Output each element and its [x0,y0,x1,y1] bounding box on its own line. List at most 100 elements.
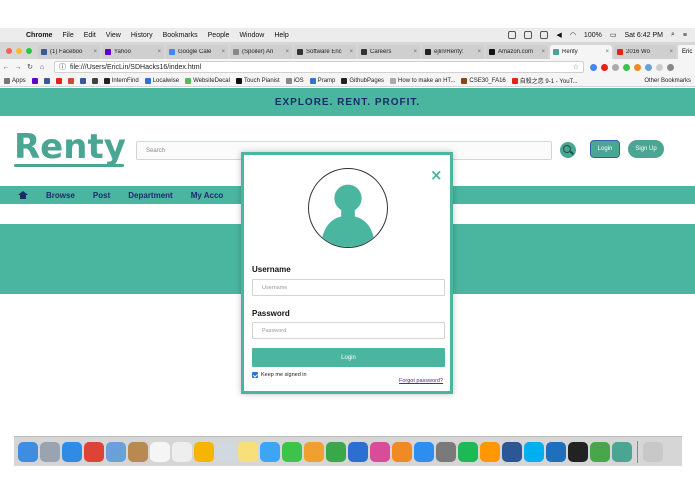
keynote-icon[interactable] [348,441,368,462]
reload-icon[interactable]: ↻ [24,63,36,71]
xcode-icon[interactable] [546,441,566,462]
facetime-icon[interactable] [282,441,302,462]
bookmark-item[interactable] [43,77,50,84]
bookmark-item[interactable]: CSE30_FA16 [461,77,506,84]
vim-icon[interactable] [590,441,610,462]
bookmark-item[interactable]: GithubPages [341,77,384,84]
terminal-icon[interactable] [568,441,588,462]
preview2-icon[interactable] [216,441,236,462]
screen-share-icon[interactable] [508,31,517,39]
word-icon[interactable] [502,441,522,462]
app-store-icon[interactable] [414,441,434,462]
bookmark-item[interactable]: 自殺之恋 9-1 - YouT... [511,76,578,85]
preview-icon[interactable] [106,441,126,462]
wifi-icon[interactable]: ◠ [570,31,576,39]
home-icon[interactable] [18,191,28,199]
battery-icon[interactable]: ▭ [610,31,617,39]
bookmark-item[interactable]: How to make an HT... [390,77,455,84]
volume-icon[interactable]: ◀︎ [556,31,561,39]
close-window-button[interactable] [6,48,12,54]
skype-icon[interactable] [524,441,544,462]
forgot-password-link[interactable]: Forgot password? [399,378,443,384]
bookmark-item[interactable] [55,77,62,84]
bookmark-item[interactable] [67,77,74,84]
extension-icon[interactable] [645,63,652,71]
browser-tab[interactable]: 2016 Wo × [614,45,676,59]
browser-tab[interactable]: Careers × [358,45,420,59]
airplay-icon[interactable] [540,31,549,39]
itunes-icon[interactable] [370,441,390,462]
stickies-icon[interactable] [238,441,258,462]
extension-icon[interactable] [612,63,619,71]
extension-icon[interactable] [634,63,641,71]
forward-icon[interactable]: → [12,64,24,71]
tab-close-icon[interactable]: × [93,49,97,55]
tab-close-icon[interactable]: × [157,49,161,55]
browser-tab[interactable]: Yahoo × [102,45,164,59]
tab-close-icon[interactable]: × [669,49,673,55]
spotify-icon[interactable] [458,441,478,462]
menu-view[interactable]: View [106,32,121,39]
browser-tab[interactable]: Renty × [550,45,612,59]
login-button[interactable]: Login [590,140,620,158]
extension-icon[interactable] [590,63,597,71]
address-bar[interactable]: ⓘ file:///Users/EricLin/SDHacks16/index.… [54,61,584,73]
pages-icon[interactable] [304,441,324,462]
nav-post[interactable]: Post [93,191,110,200]
keep-signed-in[interactable]: Keep me signed in [252,372,307,378]
extension-icon[interactable] [623,63,630,71]
bookmark-star-icon[interactable]: ☆ [573,63,579,71]
close-icon[interactable]: × [430,168,443,183]
keep-signed-in-checkbox[interactable] [252,372,258,378]
password-field[interactable]: Password [252,322,445,339]
nav-department[interactable]: Department [128,191,172,200]
bookmark-item[interactable]: iOS [285,77,304,84]
tab-close-icon[interactable]: × [605,49,609,55]
time-machine-icon[interactable] [524,31,533,39]
bookmark-item[interactable] [31,77,38,84]
minimize-window-button[interactable] [16,48,22,54]
menu-window[interactable]: Window [239,32,264,39]
notes-icon[interactable] [172,441,192,462]
system-preferences-icon[interactable] [436,441,456,462]
back-icon[interactable]: ← [0,64,12,71]
bookmark-item[interactable] [91,77,98,84]
browser-tab[interactable]: Google Cale × [166,45,228,59]
home-icon[interactable]: ⌂ [36,64,48,71]
calendar-icon[interactable] [150,441,170,462]
signup-button[interactable]: Sign Up [628,140,664,158]
menu-edit[interactable]: Edit [84,32,96,39]
profile-button[interactable]: Eric [678,45,695,59]
ibooks-icon[interactable] [392,441,412,462]
tab-close-icon[interactable]: × [221,49,225,55]
browser-tab[interactable]: (1) Faceboo × [38,45,100,59]
tab-close-icon[interactable]: × [541,49,545,55]
menu-chrome[interactable]: Chrome [26,32,52,39]
tab-close-icon[interactable]: × [477,49,481,55]
nav-my-account[interactable]: My Acco [191,191,224,200]
bookmark-item[interactable]: WebsiteDecal [185,77,230,84]
sublime-icon[interactable] [480,441,500,462]
menu-history[interactable]: History [131,32,153,39]
contacts-icon[interactable] [128,441,148,462]
browser-tab[interactable]: Software Enc × [294,45,356,59]
bookmark-item[interactable]: Pramp [309,77,335,84]
chrome-icon[interactable] [84,441,104,462]
browser-tab[interactable]: (Spoiler) An × [230,45,292,59]
renty-logo[interactable]: Renty [14,130,126,164]
menu-people[interactable]: People [208,32,230,39]
photos-icon[interactable] [194,441,214,462]
trash-icon[interactable] [643,441,663,462]
menu-file[interactable]: File [62,32,73,39]
page-info-icon[interactable]: ⓘ [59,62,66,72]
bookmark-item[interactable] [79,77,86,84]
browser-tab[interactable]: Amazon.com × [486,45,548,59]
tab-close-icon[interactable]: × [285,49,289,55]
numbers-icon[interactable] [326,441,346,462]
other-bookmarks[interactable]: Other Bookmarks [644,78,691,84]
clock[interactable]: Sat 6:42 PM [624,32,663,39]
bookmark-item[interactable]: InternFind [103,77,139,84]
tab-close-icon[interactable]: × [413,49,417,55]
zoom-window-button[interactable] [26,48,32,54]
menu-bookmarks[interactable]: Bookmarks [163,32,198,39]
